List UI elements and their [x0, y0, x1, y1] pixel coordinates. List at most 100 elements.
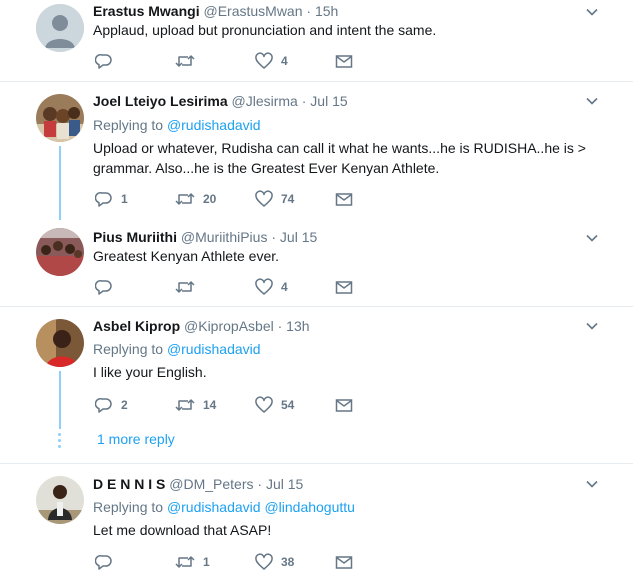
- user-handle[interactable]: @ErastusMwan: [203, 3, 302, 19]
- tweet-text: I like your English.: [93, 364, 207, 380]
- like-count: 38: [281, 555, 295, 569]
- thread-line: [59, 371, 61, 429]
- message-button[interactable]: [335, 51, 353, 71]
- retweet-button[interactable]: [175, 277, 203, 297]
- reply-button[interactable]: [95, 51, 121, 71]
- reply-button[interactable]: 2: [95, 395, 128, 415]
- like-button[interactable]: 54: [255, 395, 294, 415]
- display-name[interactable]: Erastus Mwangi: [93, 3, 200, 19]
- like-icon: [255, 278, 273, 295]
- like-button[interactable]: 74: [255, 189, 294, 209]
- user-handle[interactable]: @MuriithiPius: [181, 229, 268, 245]
- reply-count: 1: [121, 192, 128, 206]
- timestamp[interactable]: Jul 15: [266, 476, 303, 492]
- mention-link[interactable]: @rudishadavid: [167, 341, 261, 357]
- retweet-count: 1: [203, 555, 210, 569]
- display-name[interactable]: Joel Lteiyo Lesirima: [93, 93, 228, 109]
- like-count: 4: [281, 280, 288, 294]
- display-name[interactable]: Pius Muriithi: [93, 229, 177, 245]
- more-replies-link[interactable]: 1 more reply: [97, 431, 175, 447]
- user-photo: [36, 319, 84, 367]
- reply-button[interactable]: [95, 552, 121, 572]
- like-count: 74: [281, 192, 295, 206]
- user-photo: [36, 476, 84, 524]
- retweet-button[interactable]: 14: [175, 395, 216, 415]
- message-button[interactable]: [335, 395, 353, 415]
- retweet-icon: [175, 399, 195, 411]
- tweet-text: Greatest Kenyan Athlete ever.: [93, 248, 280, 264]
- mention-link[interactable]: @rudishadavid: [167, 117, 261, 133]
- user-photo: [36, 94, 84, 142]
- like-button[interactable]: 38: [255, 552, 294, 572]
- like-count: 54: [281, 398, 295, 412]
- like-icon: [255, 553, 273, 570]
- avatar[interactable]: [36, 228, 84, 276]
- display-name[interactable]: D E N N I S: [93, 476, 165, 492]
- like-button[interactable]: 4: [255, 277, 288, 297]
- replying-to: Replying to @rudishadavid @lindahoguttu: [93, 498, 355, 516]
- reply-icon: [95, 398, 112, 413]
- retweet-button[interactable]: 1: [175, 552, 210, 572]
- tweet[interactable]: D E N N I S @DM_Peters · Jul 15 Replying…: [0, 464, 633, 573]
- user-handle[interactable]: @Jlesirma: [232, 93, 298, 109]
- user-handle[interactable]: @DM_Peters: [169, 476, 253, 492]
- display-name[interactable]: Asbel Kiprop: [93, 318, 180, 334]
- separator-dot: ·: [277, 318, 283, 334]
- chevron-down-icon[interactable]: [585, 5, 599, 19]
- tweet[interactable]: Asbel Kiprop @KipropAsbel · 13h Replying…: [0, 307, 633, 463]
- reply-button[interactable]: 1: [95, 189, 128, 209]
- retweet-icon: [175, 55, 195, 67]
- timestamp[interactable]: 15h: [315, 3, 338, 19]
- separator-dot: ·: [271, 229, 277, 245]
- tweet[interactable]: Joel Lteiyo Lesirima @Jlesirma · Jul 15 …: [0, 82, 633, 222]
- like-icon: [255, 52, 273, 69]
- timestamp[interactable]: 13h: [286, 318, 309, 334]
- reply-button[interactable]: [95, 277, 121, 297]
- chevron-down-icon[interactable]: [585, 477, 599, 491]
- replying-to-label: Replying to: [93, 117, 164, 133]
- chevron-down-icon[interactable]: [585, 319, 599, 333]
- timestamp[interactable]: Jul 15: [310, 93, 347, 109]
- reply-icon: [95, 555, 112, 570]
- like-count: 4: [281, 54, 288, 68]
- replying-to-label: Replying to: [93, 341, 164, 357]
- default-avatar-icon: [36, 4, 84, 52]
- tweet-header: Asbel Kiprop @KipropAsbel · 13h: [93, 317, 310, 335]
- retweet-button[interactable]: [175, 51, 203, 71]
- tweet-header: Joel Lteiyo Lesirima @Jlesirma · Jul 15: [93, 92, 348, 110]
- separator-dot: ·: [306, 3, 312, 19]
- reply-count: 2: [121, 398, 128, 412]
- message-button[interactable]: [335, 552, 353, 572]
- reply-icon: [95, 192, 112, 207]
- mention-link[interactable]: @rudishadavid: [167, 499, 261, 515]
- like-button[interactable]: 4: [255, 51, 288, 71]
- conversation-feed: Erastus Mwangi @ErastusMwan · 15h Applau…: [0, 0, 633, 573]
- message-button[interactable]: [335, 189, 353, 209]
- replying-to: Replying to @rudishadavid: [93, 340, 261, 358]
- retweet-count: 14: [203, 398, 217, 412]
- message-icon: [335, 55, 353, 68]
- tweet[interactable]: Pius Muriithi @MuriithiPius · Jul 15 Gre…: [0, 222, 633, 306]
- reply-icon: [95, 54, 112, 69]
- message-button[interactable]: [335, 277, 353, 297]
- mention-link[interactable]: @lindahoguttu: [264, 499, 355, 515]
- tweet-header: Pius Muriithi @MuriithiPius · Jul 15: [93, 228, 317, 246]
- message-icon: [335, 556, 353, 569]
- retweet-button[interactable]: 20: [175, 189, 216, 209]
- replying-to: Replying to @rudishadavid: [93, 116, 261, 134]
- retweet-count: 20: [203, 192, 217, 206]
- avatar[interactable]: [36, 94, 84, 142]
- avatar[interactable]: [36, 4, 84, 52]
- chevron-down-icon[interactable]: [585, 231, 599, 245]
- user-photo: [36, 228, 84, 276]
- avatar[interactable]: [36, 476, 84, 524]
- avatar[interactable]: [36, 319, 84, 367]
- reply-icon: [95, 280, 112, 295]
- chevron-down-icon[interactable]: [585, 94, 599, 108]
- replying-to-label: Replying to: [93, 499, 164, 515]
- tweet[interactable]: Erastus Mwangi @ErastusMwan · 15h Applau…: [0, 0, 633, 81]
- retweet-icon: [175, 556, 195, 568]
- tweet-header: Erastus Mwangi @ErastusMwan · 15h: [93, 2, 338, 20]
- user-handle[interactable]: @KipropAsbel: [184, 318, 274, 334]
- timestamp[interactable]: Jul 15: [280, 229, 317, 245]
